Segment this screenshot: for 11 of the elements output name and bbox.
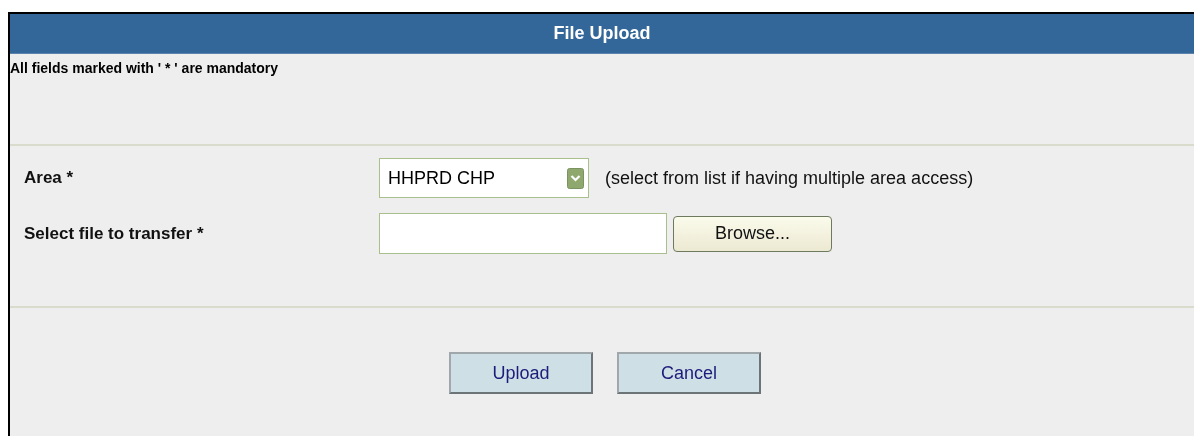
browse-button[interactable]: Browse...: [673, 215, 832, 252]
field-label: Area *: [24, 168, 75, 188]
caret-icon: [567, 167, 584, 189]
upload-button[interactable]: Upload: [449, 352, 593, 394]
mandatory-note: All fields marked with ' * ' are mandatory: [10, 59, 280, 78]
cancel-button[interactable]: Cancel: [617, 352, 761, 394]
area-hint: (select from list if having multiple area access): [605, 167, 974, 189]
panel-title: File Upload: [553, 23, 651, 44]
file-path-field[interactable]: [379, 213, 667, 254]
field-label: Select file to transfer *: [24, 223, 205, 244]
area-dropdown[interactable]: HHPRD CHP: [379, 158, 589, 198]
